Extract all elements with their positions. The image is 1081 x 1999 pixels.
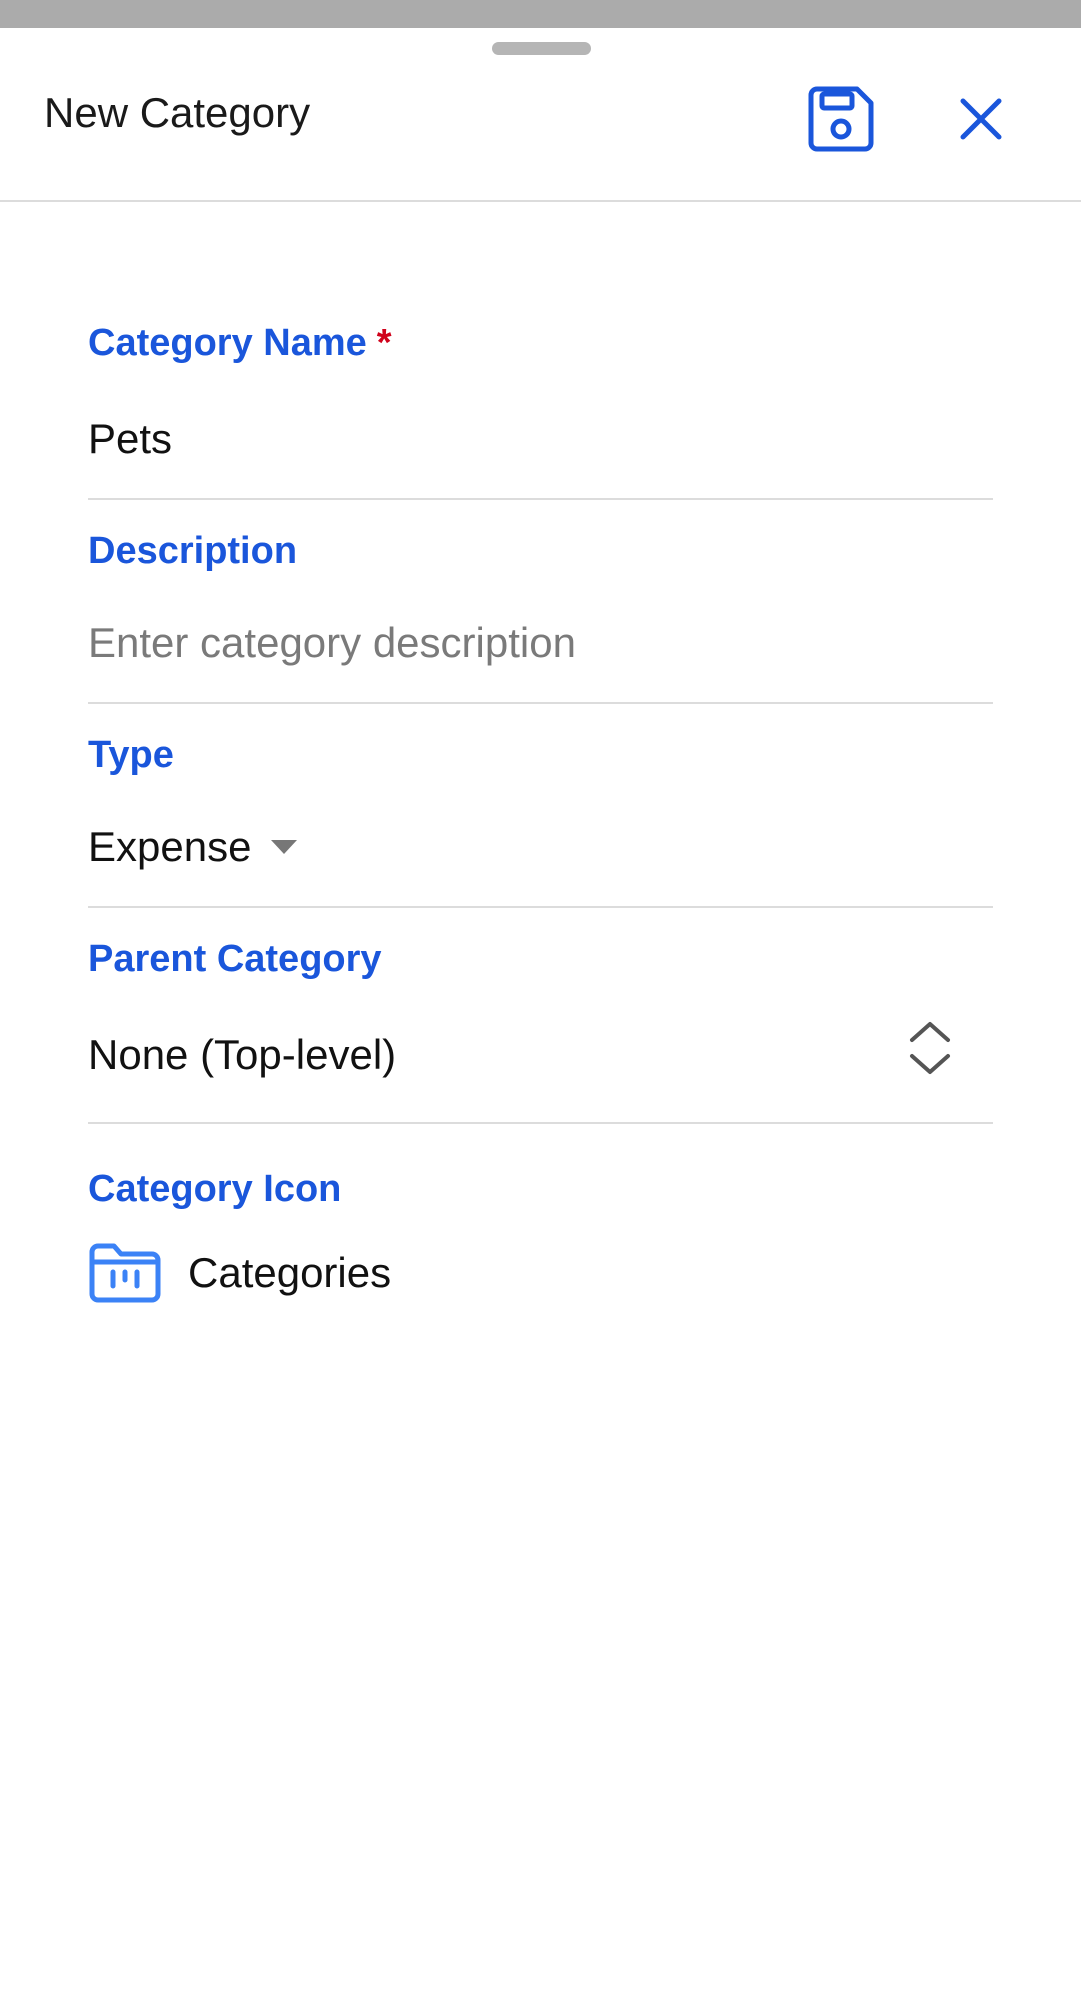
caret-down-icon xyxy=(271,840,298,854)
type-field[interactable]: Type Expense xyxy=(88,704,993,908)
bottom-sheet: New Category Category Name * Pets Descrip… xyxy=(0,28,1081,1999)
category-icon-value: Categories xyxy=(188,1249,392,1296)
parent-category-field[interactable]: Parent Category None (Top-level) xyxy=(88,908,993,1124)
category-name-input[interactable]: Pets xyxy=(88,418,172,460)
category-form: Category Name * Pets Description Enter ca… xyxy=(88,200,993,1324)
sheet-header: New Category xyxy=(0,28,1081,202)
category-name-field[interactable]: Category Name * Pets xyxy=(88,200,993,500)
description-field[interactable]: Description Enter category description xyxy=(88,500,993,704)
parent-category-select[interactable]: None (Top-level) xyxy=(88,1034,396,1076)
type-label: Type xyxy=(88,734,174,776)
category-icon-section: Category Icon Categories xyxy=(88,1124,993,1324)
page-title: New Category xyxy=(44,89,311,136)
type-dropdown[interactable]: Expense xyxy=(88,823,298,870)
close-icon xyxy=(960,98,1002,140)
category-icon-label: Category Icon xyxy=(88,1168,342,1210)
category-name-label: Category Name * xyxy=(88,322,392,364)
chevron-up-down-icon[interactable] xyxy=(906,1018,954,1078)
required-mark: * xyxy=(376,322,392,364)
save-button[interactable] xyxy=(800,78,882,160)
save-icon xyxy=(808,86,874,152)
parent-category-label: Parent Category xyxy=(88,938,382,980)
categories-folder-icon xyxy=(89,1243,161,1303)
close-button[interactable] xyxy=(950,88,1012,150)
type-selected-value: Expense xyxy=(88,823,252,870)
category-icon-picker[interactable]: Categories xyxy=(88,1242,391,1304)
description-label: Description xyxy=(88,530,298,572)
description-input[interactable]: Enter category description xyxy=(88,622,576,664)
